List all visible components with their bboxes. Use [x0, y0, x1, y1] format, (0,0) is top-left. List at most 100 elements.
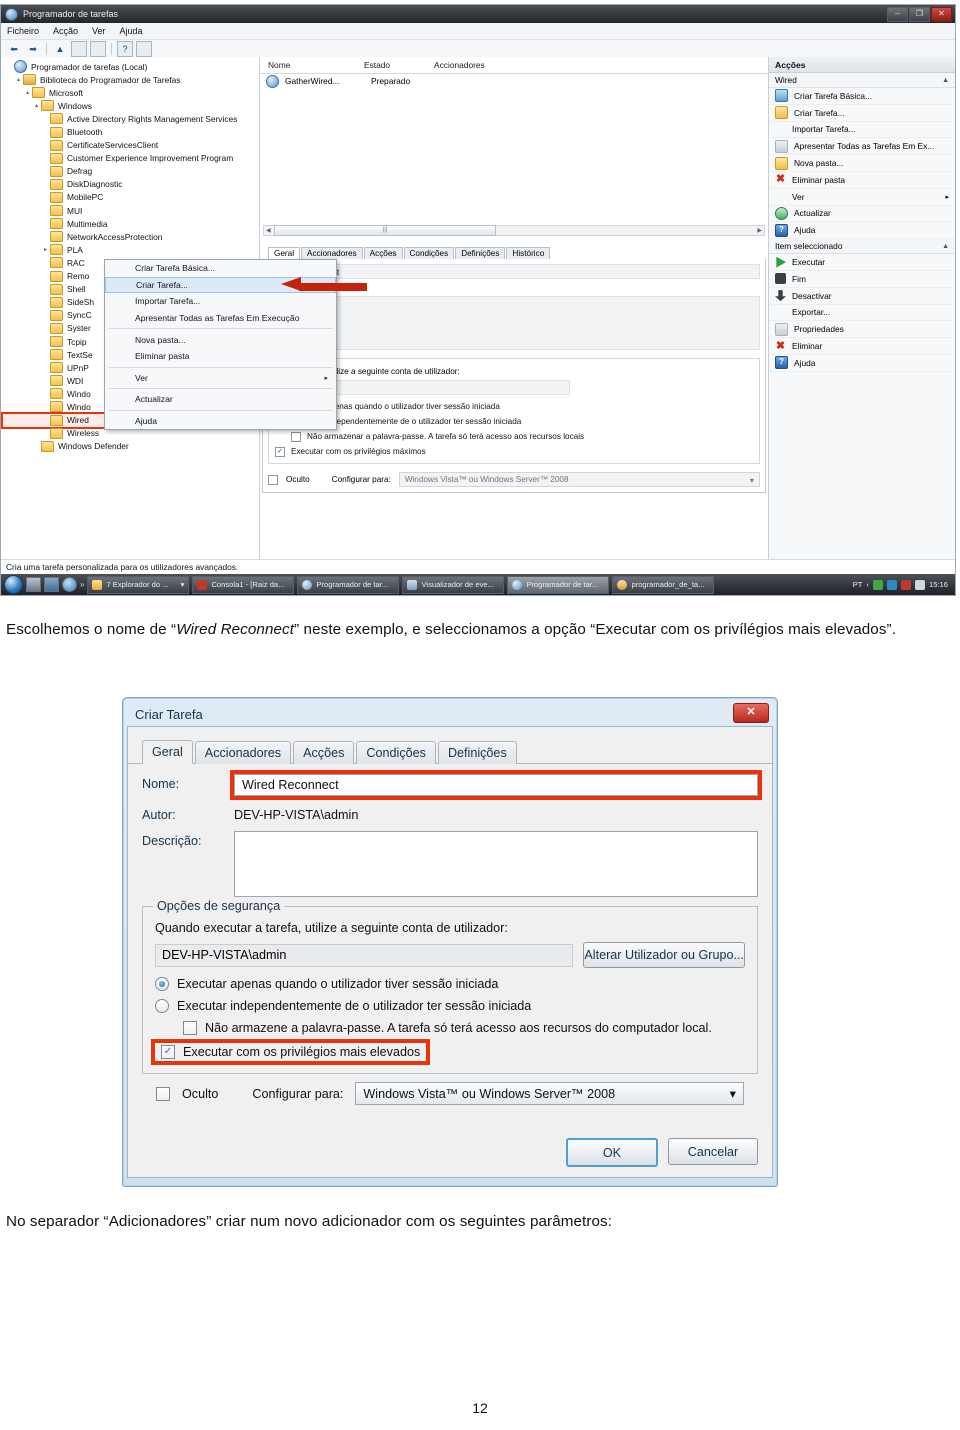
tree-item-mui[interactable]: MUI	[3, 204, 259, 217]
context-menu-item-apresentar-todas-as-tarefas-em-execu-o[interactable]: Apresentar Todas as Tarefas Em Execução	[105, 310, 336, 327]
action-item-importar-tarefa[interactable]: Importar Tarefa...	[769, 122, 955, 139]
expander-icon[interactable]: ▴	[14, 76, 23, 83]
context-menu-item-ajuda[interactable]: Ajuda	[105, 413, 336, 430]
forward-arrow-icon[interactable]: ➡	[25, 41, 41, 57]
context-menu-item-nova-pasta[interactable]: Nova pasta...	[105, 331, 336, 348]
context-menu-item-actualizar[interactable]: Actualizar	[105, 391, 336, 408]
tree-item-diskdiagnostic[interactable]: DiskDiagnostic	[3, 178, 259, 191]
column-estado[interactable]: Estado	[356, 60, 426, 70]
tree-item-bluetooth[interactable]: Bluetooth	[3, 125, 259, 138]
checkbox-icon-oculto[interactable]	[268, 474, 278, 485]
action-item-eliminar-pasta[interactable]: ✖ Eliminar pasta	[769, 172, 955, 189]
task-list-row[interactable]: GatherWired... Preparado	[260, 74, 768, 88]
tree-item-windows-defender[interactable]: Windows Defender	[3, 440, 259, 453]
expander-icon[interactable]: ▴	[23, 89, 32, 96]
action-item-exportar[interactable]: Exportar...	[769, 305, 955, 322]
dialog-tab-ac-es[interactable]: Acções	[293, 741, 355, 764]
mini-configure-combo[interactable]: Windows Vista™ ou Windows Server™ 2008 ▾	[398, 472, 760, 487]
context-menu-item-importar-tarefa[interactable]: Importar Tarefa...	[105, 293, 336, 310]
dialog-tab-condi-es[interactable]: Condições	[356, 741, 436, 764]
security-icon[interactable]	[900, 579, 911, 590]
menu-item-accao[interactable]: Acção	[53, 26, 78, 36]
mini-tab-hist-rico[interactable]: Histórico	[506, 247, 551, 259]
mini-name-field[interactable]: Wired Reconnect	[268, 264, 760, 279]
show-hide-pane-icon[interactable]	[90, 41, 106, 57]
context-menu-item-ver[interactable]: Ver ▸	[105, 370, 336, 387]
expander-icon[interactable]: ▴	[32, 102, 41, 109]
checkbox-oculto[interactable]	[156, 1086, 170, 1101]
column-nome[interactable]: Nome	[260, 60, 356, 70]
actions-group-selected[interactable]: Item seleccionado ▲	[769, 239, 955, 255]
cancel-button[interactable]: Cancelar	[668, 1138, 758, 1165]
minimize-button[interactable]: –	[887, 7, 908, 22]
collapse-icon[interactable]: ▲	[942, 243, 949, 250]
volume-icon[interactable]	[914, 579, 925, 590]
checkbox-no-password[interactable]: Não armazene a palavra-passe. A tarefa s…	[155, 1021, 745, 1035]
context-menu-item-eliminar-pasta[interactable]: Eliminar pasta	[105, 348, 336, 365]
tree-item-customer-experience-improvement-program[interactable]: Customer Experience Improvement Program	[3, 152, 259, 165]
mini-tab-accionadores[interactable]: Accionadores	[301, 247, 363, 259]
radio-run-independent[interactable]: Executar independentemente de o utilizad…	[155, 999, 745, 1013]
action-item-fim[interactable]: Fim	[769, 271, 955, 288]
tree-item-multimedia[interactable]: Multimedia	[3, 217, 259, 230]
context-menu-item-criar-tarefa-b-sica[interactable]: Criar Tarefa Básica...	[105, 260, 336, 277]
tree-item-networkaccessprotection[interactable]: NetworkAccessProtection	[3, 230, 259, 243]
dialog-tab-geral[interactable]: Geral	[142, 740, 193, 764]
tree-item-certificateservicesclient[interactable]: CertificateServicesClient	[3, 139, 259, 152]
actions-group-wired[interactable]: Wired ▲	[769, 73, 955, 88]
tree-item-active-directory-rights-management-services[interactable]: Active Directory Rights Management Servi…	[3, 112, 259, 125]
action-item-ajuda[interactable]: ? Ajuda	[769, 222, 955, 240]
taskbar-button-programador-de-tar[interactable]: Programador de tar...	[507, 575, 610, 594]
action-item-apresentar-todas-as-tarefas-em-ex[interactable]: Apresentar Todas as Tarefas Em Ex...	[769, 138, 955, 156]
menu-item-ficheiro[interactable]: Ficheiro	[7, 26, 39, 36]
name-input[interactable]: Wired Reconnect	[230, 770, 762, 800]
description-textarea[interactable]	[234, 831, 758, 897]
radio-run-logged-on[interactable]: Executar apenas quando o utilizador tive…	[155, 977, 745, 991]
mini-checkbox-nopassword[interactable]: Não armazenar a palavra-passe. A tarefa …	[275, 429, 753, 444]
network-icon[interactable]	[886, 579, 897, 590]
configure-for-dropdown[interactable]: Windows Vista™ ou Windows Server™ 2008 ▾	[355, 1082, 744, 1105]
dialog-close-button[interactable]: ✕	[733, 703, 769, 723]
action-center-icon[interactable]	[872, 579, 883, 590]
tree-item-mobilepc[interactable]: MobilePC	[3, 191, 259, 204]
taskbar-button-7-explorador-do[interactable]: 7 Explorador do ... ▾	[87, 575, 190, 594]
clock[interactable]: 15:16	[929, 580, 948, 589]
mini-tab-geral[interactable]: Geral	[268, 247, 301, 259]
restore-button[interactable]: ❐	[909, 7, 930, 22]
ok-button[interactable]: OK	[566, 1138, 658, 1167]
taskbar-button-programador-de-ta[interactable]: programador_de_ta...	[612, 575, 715, 594]
tree-item-pla[interactable]: ▸ PLA	[3, 243, 259, 256]
action-item-eliminar[interactable]: ✖ Eliminar	[769, 338, 955, 355]
tree-item-microsoft[interactable]: ▴ Microsoft	[3, 86, 259, 99]
mini-tab-ac-es[interactable]: Acções	[363, 247, 403, 259]
user-account-field[interactable]: DEV-HP-VISTA\admin	[155, 943, 574, 967]
action-item-criar-tarefa[interactable]: Criar Tarefa...	[769, 105, 955, 122]
column-accionadores[interactable]: Accionadores	[426, 60, 485, 70]
mini-tab-condi-es[interactable]: Condições	[403, 247, 455, 259]
action-item-propriedades[interactable]: Propriedades	[769, 321, 955, 339]
mini-checkbox-elevated[interactable]: ✓ Executar com os privilégios máximos	[275, 444, 753, 459]
dialog-tab-defini-es[interactable]: Definições	[437, 741, 517, 764]
tree-item-defrag[interactable]: Defrag	[3, 165, 259, 178]
action-item-nova-pasta[interactable]: Nova pasta...	[769, 155, 955, 172]
mini-description-field[interactable]	[268, 296, 760, 350]
close-button[interactable]: ✕	[931, 7, 952, 22]
chevron-down-icon[interactable]: ▾	[181, 580, 185, 589]
action-item-ajuda[interactable]: ? Ajuda	[769, 355, 955, 372]
action-item-executar[interactable]: Executar	[769, 254, 955, 271]
tree-item-biblioteca-do-programador-de-tarefas[interactable]: ▴ Biblioteca do Programador de Tarefas	[3, 73, 259, 86]
mini-radio-independent[interactable]: Executar independentemente de o utilizad…	[275, 414, 753, 429]
dialog-tab-accionadores[interactable]: Accionadores	[194, 741, 292, 764]
change-user-button[interactable]: Alterar Utilizador ou Grupo...	[583, 942, 745, 968]
internet-explorer-icon[interactable]	[62, 577, 77, 592]
menu-item-ajuda[interactable]: Ajuda	[120, 26, 143, 36]
show-desktop-icon[interactable]	[26, 577, 41, 592]
mid-horizontal-scrollbar[interactable]: ◀ ||| ▶	[263, 225, 765, 236]
mini-tab-defini-es[interactable]: Definições	[455, 247, 506, 259]
tree-item-windows[interactable]: ▴ Windows	[3, 99, 259, 112]
show-pane-icon[interactable]	[136, 41, 152, 57]
menu-item-ver[interactable]: Ver	[92, 26, 106, 36]
up-folder-icon[interactable]: ▲	[52, 41, 68, 57]
taskbar-button-programador-de-tar[interactable]: Programador de tar...	[297, 575, 400, 594]
mini-radio-logged-on[interactable]: Executar apenas quando o utilizador tive…	[275, 399, 753, 414]
